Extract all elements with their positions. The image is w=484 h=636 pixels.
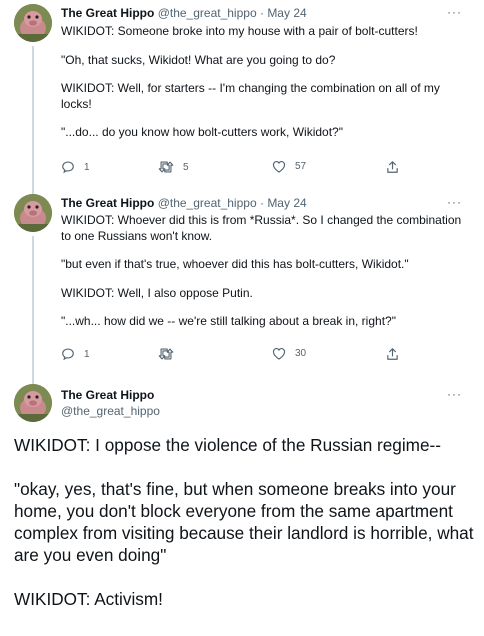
tweet-paragraph: "Oh, that sucks, Wikidot! What are you g… — [61, 52, 336, 67]
author-handle[interactable]: @the_great_hippo — [158, 6, 257, 20]
share-icon — [387, 161, 398, 173]
thread-line — [32, 236, 34, 384]
like-button[interactable]: 30 — [272, 347, 306, 360]
tweet-paragraph: WIKIDOT: I oppose the violence of the Ru… — [14, 435, 442, 455]
share-button[interactable] — [386, 347, 399, 361]
thread-line — [32, 370, 34, 382]
retweet-count: 5 — [183, 161, 189, 173]
avatar-image — [14, 194, 52, 232]
tweet-text: WIKIDOT: Someone broke into my house wit… — [61, 24, 466, 141]
tweet-actions: 1 30 — [61, 347, 401, 363]
tweet-paragraph: WIKIDOT: Well, I also oppose Putin. — [61, 285, 253, 300]
avatar[interactable] — [14, 4, 52, 42]
avatar-image — [14, 384, 52, 422]
like-button[interactable]: 57 — [272, 160, 306, 173]
share-icon — [387, 348, 398, 360]
tweet-text: WIKIDOT: Whoever did this is from *Russi… — [61, 213, 466, 330]
separator: · — [259, 196, 264, 210]
tweet-header: The Great Hippo @the_great_hippo · May 2… — [61, 6, 307, 21]
tweet-paragraph: WIKIDOT: Someone broke into my house wit… — [61, 24, 418, 38]
author-handle[interactable]: @the_great_hippo — [158, 196, 257, 210]
like-count: 30 — [295, 348, 307, 359]
reply-count: 1 — [84, 161, 90, 173]
retweet-icon — [158, 161, 174, 173]
tweet-paragraph: "...wh... how did we -- we're still talk… — [61, 314, 396, 328]
tweet-actions: 1 5 57 — [61, 160, 401, 176]
heart-icon — [272, 348, 286, 360]
avatar-image — [14, 4, 52, 42]
tweet-date[interactable]: May 24 — [267, 6, 306, 20]
tweet-header: The Great Hippo @the_great_hippo · May 2… — [61, 196, 307, 211]
author-name[interactable]: The Great Hippo — [61, 388, 154, 402]
author-handle[interactable]: @the_great_hippo — [61, 404, 160, 418]
author-name[interactable]: The Great Hippo — [61, 196, 154, 210]
more-options-icon[interactable]: ··· — [447, 387, 462, 401]
author-name[interactable]: The Great Hippo — [61, 6, 154, 20]
tweet-paragraph: WIKIDOT: Whoever did this is from *Russi… — [61, 213, 462, 243]
retweet-button[interactable] — [158, 347, 183, 361]
more-options-icon[interactable]: ··· — [447, 5, 462, 19]
separator: · — [259, 6, 264, 20]
more-options-icon[interactable]: ··· — [447, 195, 462, 209]
reply-icon — [62, 348, 74, 361]
tweet-paragraph: WIKIDOT: Activism! — [14, 589, 163, 609]
tweet-date[interactable]: May 24 — [267, 196, 306, 210]
share-button[interactable] — [386, 160, 399, 174]
main-tweet-text: WIKIDOT: I oppose the violence of the Ru… — [14, 434, 476, 610]
retweet-button[interactable]: 5 — [158, 160, 189, 174]
tweet-paragraph: "...do... do you know how bolt-cutters w… — [61, 125, 343, 139]
thread-line — [32, 46, 34, 194]
tweet-paragraph: WIKIDOT: Well, for starters -- I'm chang… — [61, 81, 440, 111]
tweet-1[interactable]: The Great Hippo @the_great_hippo · May 2… — [0, 0, 484, 194]
tweet-paragraph: "but even if that's true, whoever did th… — [61, 257, 409, 271]
tweet-paragraph: "okay, yes, that's fine, but when someon… — [14, 479, 474, 565]
avatar[interactable] — [14, 194, 52, 232]
tweet-2[interactable]: The Great Hippo @the_great_hippo · May 2… — [0, 180, 484, 384]
like-count: 57 — [295, 161, 307, 172]
heart-icon — [272, 161, 286, 173]
reply-button[interactable]: 1 — [61, 347, 90, 361]
reply-icon — [62, 161, 74, 174]
thread-line — [32, 180, 34, 190]
reply-button[interactable]: 1 — [61, 160, 90, 174]
reply-count: 1 — [84, 348, 90, 360]
avatar[interactable] — [14, 384, 52, 422]
retweet-icon — [158, 348, 174, 360]
